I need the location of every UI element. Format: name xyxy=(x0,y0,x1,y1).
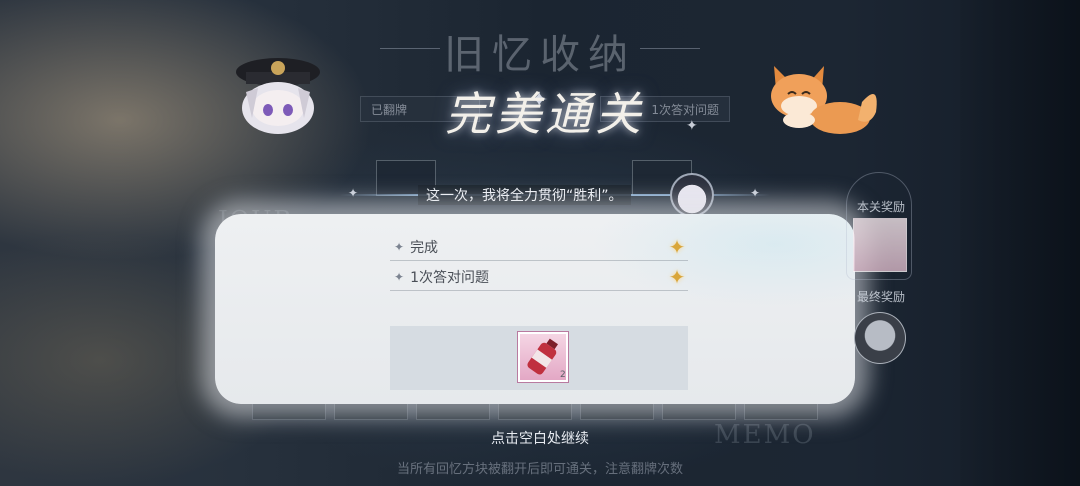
final-reward-label: 最终奖励 xyxy=(856,290,905,304)
bullet-icon: ✦ xyxy=(394,269,405,284)
minigame-title: 旧忆收纳 xyxy=(444,32,636,78)
star-achieved-icon: ✦ xyxy=(668,234,686,259)
stage-reward-item[interactable] xyxy=(853,218,907,272)
chibi-officer-girl-icon xyxy=(236,58,320,134)
chibi-fox-icon xyxy=(771,66,877,134)
objective-row: ✦ 1次答对问题 ✦ xyxy=(390,263,688,291)
game-hint: 当所有回忆方块被翻开后即可通关，注意翻牌次数 xyxy=(396,462,683,477)
background-right-strip xyxy=(960,0,1080,486)
tap-to-continue[interactable]: 点击空白处继续 xyxy=(0,428,1080,448)
title-line-right xyxy=(640,48,700,49)
perfect-clear-banner: 完美通关 xyxy=(445,87,645,141)
final-reward-item[interactable] xyxy=(854,312,906,364)
objective-label: 完成 xyxy=(410,239,439,256)
objective-row: ✦ 完成 ✦ xyxy=(390,233,688,261)
stage-reward-label: 本关奖励 xyxy=(856,200,905,214)
bullet-icon: ✦ xyxy=(394,239,405,254)
reward-count: 2 xyxy=(560,370,566,380)
objective-label: 1次答对问题 xyxy=(410,269,489,286)
quote-character-avatar xyxy=(670,173,714,217)
sparkle-icon: ✦ xyxy=(750,186,761,200)
sparkle-icon: ✦ xyxy=(686,118,698,134)
character-quote: 这一次，我将全力贯彻“胜利”。 xyxy=(418,185,631,205)
sparkle-icon: ✦ xyxy=(348,186,359,200)
star-achieved-icon: ✦ xyxy=(668,264,686,289)
